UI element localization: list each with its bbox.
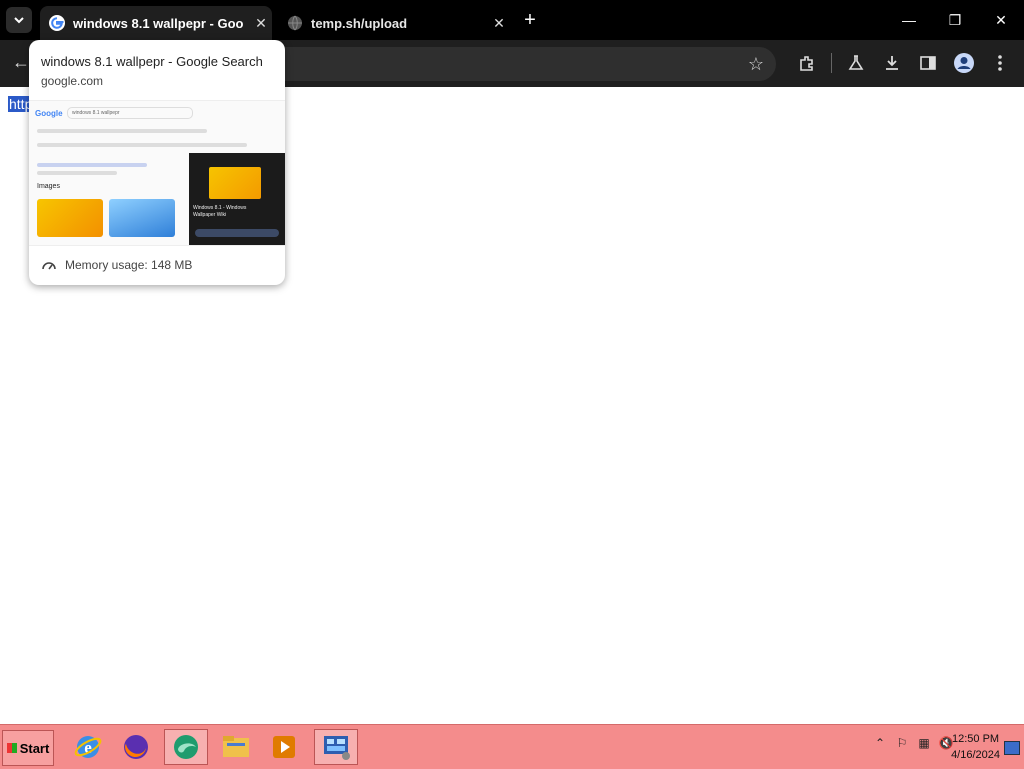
bookmark-star-icon[interactable]: ☆ [748, 54, 764, 75]
tab-preview-thumbnail: Google windows 8.1 wallpepr Images Windo… [29, 100, 285, 246]
toolbar-separator [831, 53, 832, 73]
file-explorer-icon[interactable] [214, 729, 258, 765]
title-bar: windows 8.1 wallpepr - Goo ✕ temp.sh/upl… [0, 0, 1024, 40]
clock-time: 12:50 PM [951, 733, 1000, 745]
tab-title: windows 8.1 wallpepr - Goo [73, 15, 244, 31]
preview-image [109, 199, 175, 237]
chevron-down-icon [14, 17, 24, 24]
network-icon[interactable]: ▦ [916, 735, 932, 751]
side-panel-icon[interactable] [910, 48, 946, 78]
preview-line [37, 163, 147, 167]
preview-wallpaper-image [209, 167, 261, 199]
preview-line [37, 143, 247, 147]
extensions-icon[interactable] [789, 48, 825, 78]
internet-explorer-icon[interactable]: e [66, 729, 110, 765]
window-controls: — ❐ ✕ [886, 0, 1024, 40]
memory-usage-text: Memory usage: 148 MB [65, 258, 193, 272]
action-center-flag-icon[interactable]: ⚐ [894, 735, 910, 751]
back-arrow-icon[interactable]: ← [12, 52, 30, 73]
google-icon [49, 15, 65, 31]
tab-search-button[interactable] [6, 7, 32, 33]
clock[interactable]: 12:50 PM 4/16/2024 [951, 731, 1000, 763]
show-desktop-icon[interactable] [1004, 741, 1020, 755]
preview-line [37, 171, 117, 175]
tab-google-search[interactable]: windows 8.1 wallpepr - Goo ✕ [40, 6, 272, 40]
toolbar-icons [789, 48, 1018, 78]
preview-image [37, 199, 103, 237]
preview-image-panel: Windows 8.1 - Windows Wallpaper Wiki [189, 153, 285, 245]
memory-usage: Memory usage: 148 MB [41, 258, 192, 272]
firefox-icon[interactable] [114, 729, 158, 765]
close-window-icon[interactable]: ✕ [978, 0, 1024, 40]
show-hidden-icons-icon[interactable]: ⌃ [872, 735, 888, 751]
tab-title: temp.sh/upload [311, 15, 408, 31]
close-tab-icon[interactable]: ✕ [488, 15, 510, 32]
new-tab-button[interactable]: + [519, 9, 541, 31]
close-tab-icon[interactable]: ✕ [250, 15, 272, 32]
restore-icon[interactable]: ❐ [932, 0, 978, 40]
hover-card-domain: google.com [41, 74, 104, 88]
preview-button [195, 229, 279, 237]
globe-icon [288, 15, 302, 31]
preview-images-label: Images [37, 183, 60, 190]
taskbar: Start e ⌃ ⚐ ▦ 🔇 12:50 PM 4/16/2024 [0, 724, 1024, 769]
hover-card-title: windows 8.1 wallpepr - Google Search [41, 54, 263, 69]
preview-line [37, 129, 207, 133]
media-player-icon[interactable] [262, 729, 306, 765]
menu-kebab-icon[interactable] [982, 48, 1018, 78]
start-button[interactable]: Start [2, 730, 54, 766]
minimize-icon[interactable]: — [886, 0, 932, 40]
gauge-icon [42, 262, 56, 270]
tab-temp-sh[interactable]: temp.sh/upload ✕ [278, 6, 510, 40]
profile-avatar-icon[interactable] [946, 48, 982, 78]
control-panel-icon[interactable] [314, 729, 358, 765]
preview-result-title: Windows 8.1 - Windows Wallpaper Wiki [193, 205, 247, 218]
labs-flask-icon[interactable] [838, 48, 874, 78]
browser-app-icon[interactable] [164, 729, 208, 765]
windows-flag-icon [6, 743, 17, 753]
download-icon[interactable] [874, 48, 910, 78]
preview-search-box: windows 8.1 wallpepr [67, 107, 193, 119]
tab-hover-card: windows 8.1 wallpepr - Google Search goo… [29, 40, 285, 285]
clock-date: 4/16/2024 [951, 749, 1000, 761]
start-label: Start [19, 740, 50, 756]
system-tray: ⌃ ⚐ ▦ 🔇 [872, 735, 954, 751]
google-logo: Google [35, 109, 63, 118]
